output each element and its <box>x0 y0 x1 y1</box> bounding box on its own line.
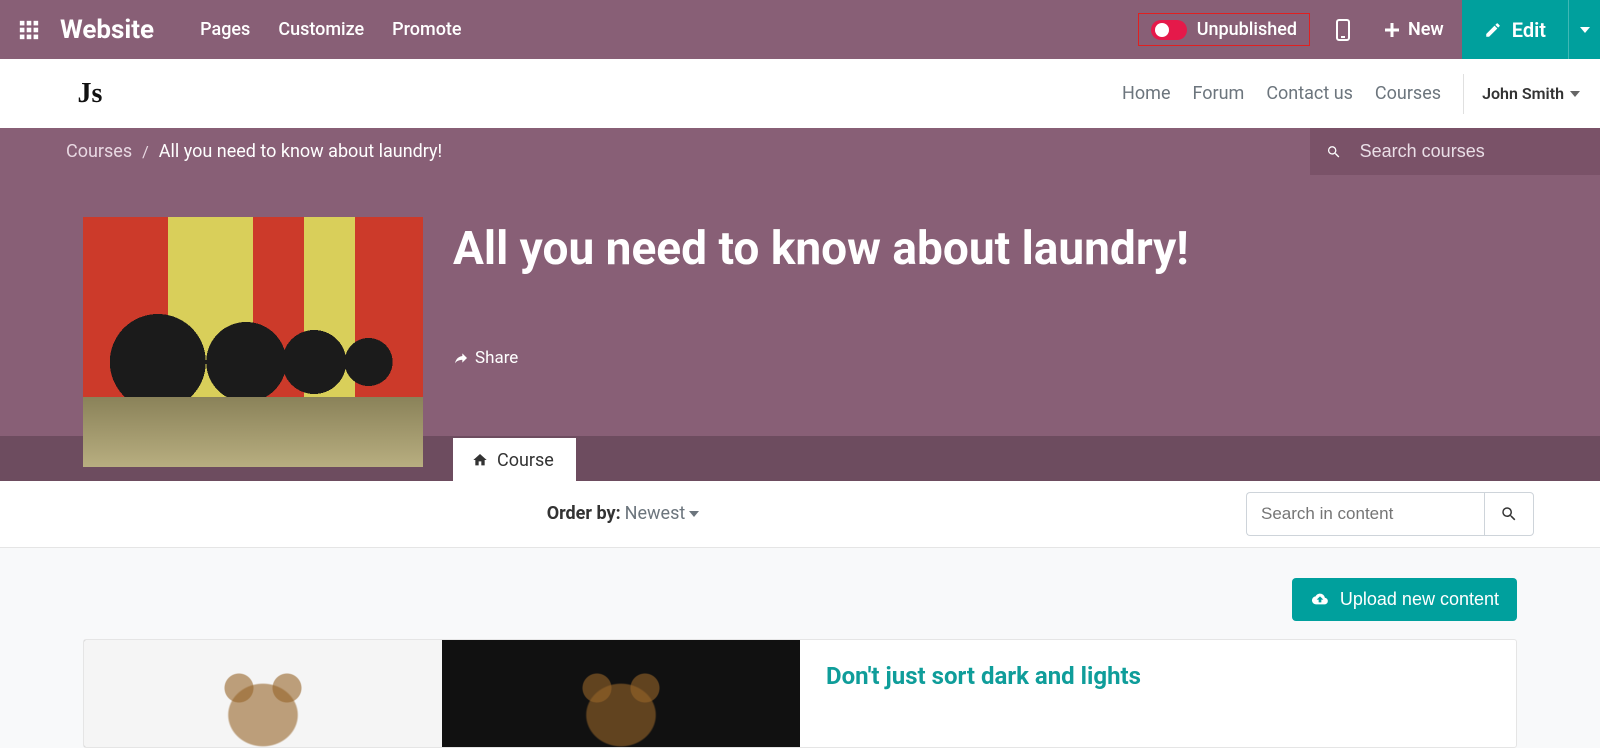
nav-courses[interactable]: Courses <box>1375 83 1441 104</box>
edit-button[interactable]: Edit <box>1462 0 1568 59</box>
upload-content-button[interactable]: Upload new content <box>1292 578 1517 621</box>
nav-contact[interactable]: Contact us <box>1266 83 1353 104</box>
caret-down-icon <box>689 511 699 517</box>
admin-brand: Website <box>60 15 154 45</box>
home-icon <box>471 452 489 468</box>
site-logo[interactable]: Js <box>66 72 114 116</box>
course-search-wrap[interactable] <box>1310 128 1600 175</box>
publish-toggle-box[interactable]: Unpublished <box>1138 13 1310 46</box>
caret-down-icon <box>1570 91 1580 97</box>
share-button[interactable]: Share <box>453 348 1517 368</box>
new-button[interactable]: New <box>1366 0 1462 59</box>
search-icon <box>1500 505 1518 523</box>
edit-dropdown-caret[interactable] <box>1568 0 1600 59</box>
admin-menu-pages[interactable]: Pages <box>200 19 250 40</box>
nav-forum[interactable]: Forum <box>1192 83 1244 104</box>
tab-course-label: Course <box>497 450 554 471</box>
content-card-title: Don't just sort dark and lights <box>826 662 1141 690</box>
user-menu[interactable]: John Smith <box>1463 74 1580 114</box>
pencil-icon <box>1484 21 1502 39</box>
content-card[interactable]: Don't just sort dark and lights <box>83 639 1517 748</box>
cloud-upload-icon <box>1310 591 1330 607</box>
content-card-image <box>84 640 800 747</box>
admin-menu-promote[interactable]: Promote <box>392 19 461 40</box>
apps-menu-icon[interactable] <box>18 19 40 41</box>
edit-button-label: Edit <box>1512 18 1546 42</box>
user-name: John Smith <box>1482 84 1564 103</box>
nav-home[interactable]: Home <box>1122 83 1170 104</box>
plus-icon <box>1384 22 1400 38</box>
publish-label: Unpublished <box>1197 19 1297 40</box>
share-icon <box>453 350 469 366</box>
content-search-input[interactable] <box>1246 492 1484 536</box>
content-search-button[interactable] <box>1484 492 1534 536</box>
breadcrumb-current: All you need to know about laundry! <box>159 141 442 162</box>
search-icon <box>1326 143 1342 161</box>
course-thumbnail <box>83 217 423 467</box>
order-by-label: Order by: <box>547 503 621 524</box>
tab-course[interactable]: Course <box>453 438 576 481</box>
publish-toggle[interactable] <box>1151 20 1187 40</box>
page-title: All you need to know about laundry! <box>453 217 1517 276</box>
upload-content-label: Upload new content <box>1340 589 1499 610</box>
order-by-dropdown[interactable]: Newest <box>625 503 686 524</box>
mobile-preview-button[interactable] <box>1320 0 1366 59</box>
admin-menu-customize[interactable]: Customize <box>278 19 364 40</box>
caret-down-icon <box>1580 27 1590 33</box>
course-search-input[interactable] <box>1360 141 1582 162</box>
site-logo-text: Js <box>78 78 103 110</box>
share-label: Share <box>475 348 518 368</box>
breadcrumb-separator: / <box>142 142 149 161</box>
breadcrumb-root[interactable]: Courses <box>66 141 132 162</box>
new-button-label: New <box>1408 19 1444 40</box>
order-by-value: Newest <box>625 503 686 524</box>
